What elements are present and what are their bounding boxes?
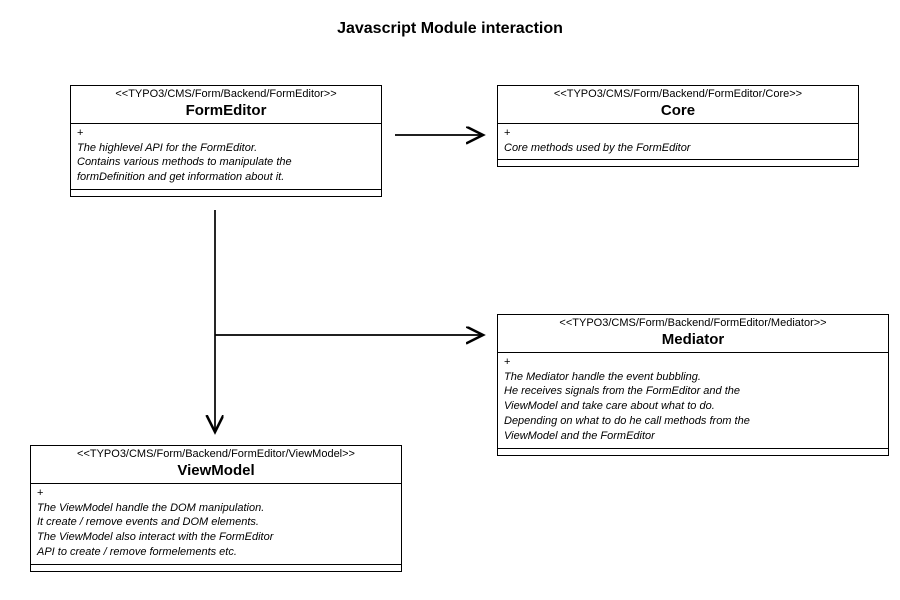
class-box-mediator: <<TYPO3/CMS/Form/Backend/FormEditor/Medi…: [497, 314, 889, 456]
class-name: Mediator: [504, 330, 882, 350]
class-body: + The ViewModel handle the DOM manipulat…: [31, 484, 401, 565]
class-name: FormEditor: [77, 101, 375, 121]
stereotype-label: <<TYPO3/CMS/Form/Backend/FormEditor>>: [77, 88, 375, 101]
visibility-marker: +: [504, 126, 852, 141]
class-body: + The Mediator handle the event bubbling…: [498, 353, 888, 449]
class-description: The ViewModel handle the DOM manipulatio…: [37, 501, 395, 560]
class-footer: [498, 160, 858, 166]
class-body: + Core methods used by the FormEditor: [498, 124, 858, 161]
class-name: Core: [504, 101, 852, 121]
class-description: The highlevel API for the FormEditor. Co…: [77, 141, 375, 186]
class-header: <<TYPO3/CMS/Form/Backend/FormEditor/View…: [31, 446, 401, 484]
class-box-core: <<TYPO3/CMS/Form/Backend/FormEditor/Core…: [497, 85, 859, 167]
class-box-viewmodel: <<TYPO3/CMS/Form/Backend/FormEditor/View…: [30, 445, 402, 572]
visibility-marker: +: [77, 126, 375, 141]
class-description: The Mediator handle the event bubbling. …: [504, 370, 882, 444]
class-header: <<TYPO3/CMS/Form/Backend/FormEditor/Medi…: [498, 315, 888, 353]
class-name: ViewModel: [37, 461, 395, 481]
class-header: <<TYPO3/CMS/Form/Backend/FormEditor>> Fo…: [71, 86, 381, 124]
class-footer: [71, 190, 381, 196]
class-header: <<TYPO3/CMS/Form/Backend/FormEditor/Core…: [498, 86, 858, 124]
diagram-title: Javascript Module interaction: [0, 20, 900, 38]
class-description: Core methods used by the FormEditor: [504, 141, 852, 156]
visibility-marker: +: [504, 355, 882, 370]
class-footer: [498, 449, 888, 455]
visibility-marker: +: [37, 486, 395, 501]
class-body: + The highlevel API for the FormEditor. …: [71, 124, 381, 190]
stereotype-label: <<TYPO3/CMS/Form/Backend/FormEditor/View…: [37, 448, 395, 461]
stereotype-label: <<TYPO3/CMS/Form/Backend/FormEditor/Medi…: [504, 317, 882, 330]
class-footer: [31, 565, 401, 571]
stereotype-label: <<TYPO3/CMS/Form/Backend/FormEditor/Core…: [504, 88, 852, 101]
class-box-formeditor: <<TYPO3/CMS/Form/Backend/FormEditor>> Fo…: [70, 85, 382, 197]
